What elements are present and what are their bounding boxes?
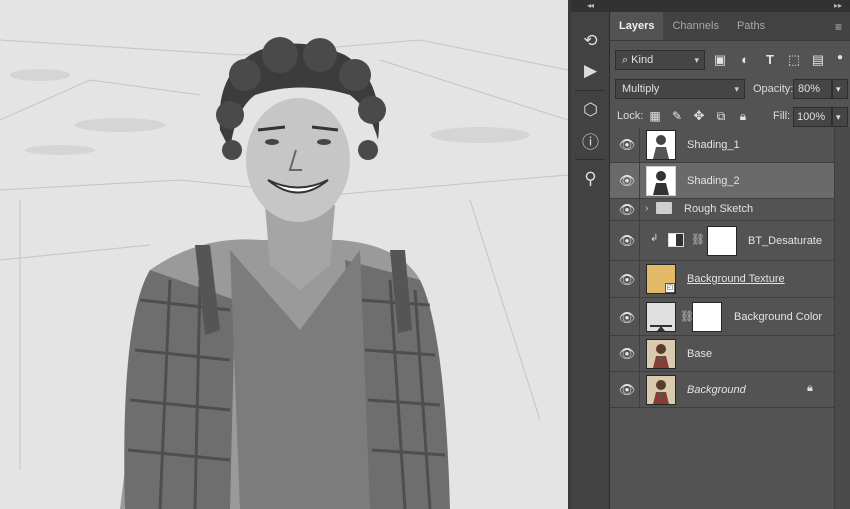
layers-scrollbar[interactable] [834,127,850,509]
fill-value: 100% [797,111,826,123]
row-divider [639,199,640,220]
layer-name[interactable]: Base [687,348,712,360]
collapse-panel-icon[interactable]: ▸▸ [610,0,850,12]
lock-image-brush-icon[interactable]: ✎ [668,107,686,125]
fill-dropdown[interactable]: ▾ [832,107,848,127]
info-icon[interactable]: ⓘ [571,125,610,155]
layer-thumbnail [646,339,676,369]
panel-dock-strip: ◂◂ ⟲ ▶ ⬡ ⓘ ⚲ [571,0,610,509]
3d-cube-icon[interactable]: ⬡ [571,95,610,125]
visibility-eye-icon[interactable]: 👁︎ [616,346,638,362]
lock-transparent-icon[interactable]: ▦ [646,107,664,125]
fill-layer-thumbnail [646,302,676,332]
lock-label: Lock: [617,110,644,122]
sketch-artwork [0,0,568,509]
document-canvas[interactable] [0,0,568,509]
layer-group-row[interactable]: 👁︎ › Rough Sketch [610,199,834,221]
chevron-right-icon[interactable]: › [645,203,648,214]
filter-toggle-icon[interactable]: ● [831,49,849,67]
layer-row[interactable]: 👁︎ ↲ ⛓︎ BT_Desaturate [610,221,834,261]
history-brush-icon[interactable]: ⟲ [571,26,610,56]
visibility-eye-icon[interactable]: 👁︎ [616,382,638,398]
filter-kind-select[interactable]: ⌕ Kind ▾ [615,50,705,70]
row-divider [639,298,640,335]
layer-thumbnail [646,130,676,160]
row-divider [639,336,640,371]
fill-field[interactable]: 100% [793,107,832,127]
panel-tabs: Layers Channels Paths ≡ [610,12,850,41]
layer-name[interactable]: Background [687,384,746,396]
layer-row[interactable]: 👁︎ Background 🔒︎ [610,372,834,408]
filter-smart-object-icon[interactable]: ▤ [809,51,827,69]
visibility-eye-icon[interactable]: 👁︎ [616,173,638,189]
layer-name[interactable]: Rough Sketch [684,203,753,215]
opacity-dropdown[interactable]: ▾ [832,79,848,99]
filter-pixel-icon[interactable]: ▣ [711,51,729,69]
clone-source-icon[interactable]: ⚲ [571,164,610,194]
layer-name[interactable]: Background Texture [687,273,785,285]
visibility-eye-icon[interactable]: 👁︎ [616,137,638,153]
layer-thumbnail [646,375,676,405]
layer-mask-thumbnail[interactable] [692,302,722,332]
layer-mask-thumbnail[interactable] [707,226,737,256]
row-divider [639,261,640,297]
collapse-dock-icon[interactable]: ◂◂ [571,0,609,12]
layer-name[interactable]: Background Color [734,311,822,323]
layer-name[interactable]: BT_Desaturate [748,235,822,247]
tab-channels[interactable]: Channels [663,12,727,40]
layer-row[interactable]: 👁︎ Shading_1 [610,127,834,163]
search-icon: ⌕ [622,54,629,66]
chevron-down-icon: ▾ [836,84,841,94]
lock-all-icon[interactable]: 🔒︎ [734,107,752,125]
filter-kind-label: Kind [631,54,654,66]
opacity-field[interactable]: 80% [793,79,832,99]
filter-shape-icon[interactable]: ⬚ [785,51,803,69]
layer-row[interactable]: 👁︎ ◰ Background Texture [610,261,834,298]
filter-type-icon[interactable]: T [761,51,779,69]
row-divider [639,221,640,260]
opacity-value: 80% [798,83,821,95]
tool-divider [575,159,605,160]
blend-mode-value: Multiply [622,83,660,95]
layer-row[interactable]: 👁︎ ⛓︎ Background Color [610,298,834,336]
smart-object-icon: ◰ [665,283,675,293]
chevron-down-icon: ▾ [836,112,841,122]
layer-filter-row: ⌕ Kind ▾ ▣ ◐ T ⬚ ▤ ● [610,45,850,75]
fill-label: Fill: [773,110,791,122]
layer-name[interactable]: Shading_1 [687,139,740,151]
row-divider [639,163,640,198]
layer-row[interactable]: 👁︎ Base [610,336,834,372]
lock-artboard-icon[interactable]: ⧉ [712,107,730,125]
lock-position-icon[interactable]: ✥ [690,107,708,125]
layer-name[interactable]: Shading_2 [687,175,740,187]
clipping-arrow-icon: ↲ [650,233,659,244]
visibility-eye-icon[interactable]: 👁︎ [616,310,638,326]
visibility-eye-icon[interactable]: 👁︎ [616,272,638,288]
folder-icon [656,202,672,214]
row-divider [639,372,640,407]
chevron-down-icon: ▾ [694,55,699,65]
link-chain-icon[interactable]: ⛓︎ [691,233,705,246]
row-divider [639,127,640,162]
opacity-label: Opacity: [753,83,794,95]
layers-list: 👁︎ Shading_1 👁︎ Shading_2 👁︎ › Rough Ske… [610,127,834,408]
filter-adjustment-icon[interactable]: ◐ [736,51,754,69]
visibility-eye-icon[interactable]: 👁︎ [616,233,638,249]
visibility-eye-icon[interactable]: 👁︎ [616,202,638,218]
layer-row-selected[interactable]: 👁︎ Shading_2 [610,163,834,199]
play-action-icon[interactable]: ▶ [571,56,610,86]
adjustment-layer-icon [668,233,684,247]
chevron-down-icon: ▾ [734,84,739,94]
panel-menu-icon[interactable]: ≡ [835,20,842,34]
tab-paths[interactable]: Paths [728,12,774,40]
blend-mode-select[interactable]: Multiply ▾ [615,79,745,99]
tab-layers[interactable]: Layers [610,12,664,40]
lock-icon: 🔒︎ [807,382,813,394]
fill-slider-marker-icon [657,326,665,331]
smart-object-thumbnail: ◰ [646,264,676,294]
blend-opacity-row: Multiply ▾ Opacity: 80% ▾ [610,75,850,103]
layers-panel: ▸▸ Layers Channels Paths ≡ ⌕ Kind ▾ ▣ ◐ T… [610,0,850,509]
tool-divider [575,90,605,91]
layer-thumbnail [646,166,676,196]
